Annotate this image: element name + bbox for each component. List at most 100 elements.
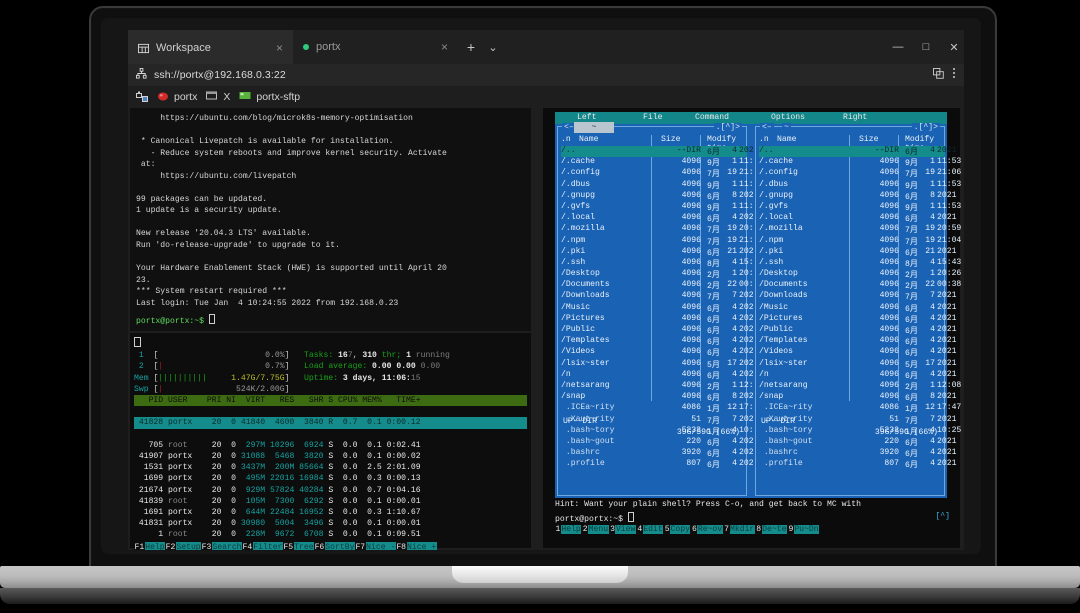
mc-file-row[interactable]: /netsarang40962月112:08 [561, 381, 747, 392]
mc-panel-right[interactable]: <– ~ .[^]> .n Name Size Modify time [753, 124, 947, 498]
mc-file-row[interactable]: /.gvfs40969月111:53 [561, 202, 747, 213]
htop-fkey-f5[interactable]: F5Tree [283, 542, 314, 550]
mc-file-row[interactable]: /Public40966月42021 [561, 325, 747, 336]
mc-fkey-3[interactable]: 3View [610, 525, 637, 534]
mc-file-row[interactable]: /Pictures40966月42021 [759, 314, 945, 325]
mc-file-row[interactable]: .bashrc39206月42021 [759, 448, 945, 459]
mc-file-row[interactable]: /Downloads40967月72021 [759, 291, 945, 302]
mc-column-headers-right[interactable]: .n Name Size Modify time [759, 135, 945, 146]
mc-file-row[interactable]: /.gvfs40969月111:53 [759, 202, 945, 213]
mc-file-row[interactable]: /.ssh40968月415:43 [561, 258, 747, 269]
mc-file-row[interactable]: /.pki40966月212021 [561, 247, 747, 258]
htop-function-keys[interactable]: F1HelpF2SetupF3SearchF4FilterF5Tree F6So… [134, 542, 527, 550]
mc-file-row[interactable]: .bash~gout2206月42021 [759, 437, 945, 448]
kebab-menu-icon[interactable] [952, 66, 956, 84]
mc-file-row[interactable]: .bashrc39206月42021 [561, 448, 747, 459]
mc-file-row[interactable]: /Desktop40962月120:26 [561, 269, 747, 280]
address-input[interactable]: ssh://portx@192.168.0.3:22 [154, 69, 933, 81]
mc-menu-command[interactable]: Command [695, 113, 729, 122]
mc-file-row[interactable]: .profile8076月42021 [561, 459, 747, 470]
htop-fkey-f7[interactable]: F7Nice - [355, 542, 396, 550]
split-view-icon[interactable] [933, 66, 944, 84]
address-bar[interactable]: ssh://portx@192.168.0.3:22 [128, 64, 964, 86]
mc-file-row[interactable]: /Public40966月42021 [759, 325, 945, 336]
mc-file-row[interactable]: /lsix~ster40965月172021 [759, 359, 945, 370]
session-item-portx[interactable]: portx [157, 90, 197, 105]
mc-fkey-1[interactable]: 1Help [555, 525, 582, 534]
session-manager-icon[interactable] [136, 91, 148, 103]
htop-fkey-f6[interactable]: F6SortBy [314, 542, 355, 550]
mc-file-row[interactable]: /.config40967月1921:06 [561, 168, 747, 179]
mc-path-label-right[interactable]: ~ [782, 123, 791, 132]
mc-file-row[interactable]: /.local40966月42021 [561, 213, 747, 224]
mc-file-row[interactable]: /lsix~ster40965月172021 [561, 359, 747, 370]
mc-col-name[interactable]: Name [579, 135, 598, 144]
mc-file-row[interactable]: /Videos40966月42021 [759, 347, 945, 358]
mc-file-row[interactable]: .ICEa~rity40861月1217:47 [759, 403, 945, 414]
mc-col-n[interactable]: .n [759, 135, 769, 144]
mc-fkey-4[interactable]: 4Edit [637, 525, 664, 534]
mc-file-row[interactable]: /n40966月42021 [759, 370, 945, 381]
mc-file-row[interactable]: /Pictures40966月42021 [561, 314, 747, 325]
htop-fkey-f4[interactable]: F4Filter [242, 542, 283, 550]
mc-menu-left[interactable]: Left [577, 113, 596, 122]
pane-ssh-shell[interactable]: https://ubuntu.com/blog/microk8s-memory-… [130, 108, 531, 331]
mc-file-row[interactable]: /snap40966月82021 [759, 392, 945, 403]
mc-file-row[interactable]: /.pki40966月212021 [759, 247, 945, 258]
minimize-button[interactable]: — [890, 39, 906, 55]
maximize-button[interactable]: □ [918, 39, 934, 55]
mc-file-row[interactable]: /.dbus40969月111:53 [759, 180, 945, 191]
mc-file-row[interactable]: /.npm40967月1921:04 [759, 236, 945, 247]
mc-file-row[interactable]: /Documents40962月2200:38 [759, 280, 945, 291]
mc-file-row[interactable]: /netsarang40962月112:08 [759, 381, 945, 392]
mc-fkey-9[interactable]: 9Pu~Dn [788, 525, 820, 534]
close-icon[interactable]: × [441, 41, 448, 53]
mc-file-row[interactable]: /Music40966月42021 [759, 303, 945, 314]
mc-file-row[interactable]: .ICEa~rity40861月1217:47 [561, 403, 747, 414]
mc-file-row[interactable]: /.mozilla40967月1920:59 [561, 224, 747, 235]
mc-file-row[interactable]: /.mozilla40967月1920:59 [759, 224, 945, 235]
mc-file-row[interactable]: /Documents40962月2200:38 [561, 280, 747, 291]
mc-file-row[interactable]: /Downloads40967月72021 [561, 291, 747, 302]
close-icon[interactable]: × [276, 42, 283, 54]
mc-file-row[interactable]: /.gnupg40966月82021 [759, 191, 945, 202]
mc-panel-toggle-caret[interactable]: [^] [935, 512, 950, 521]
mc-file-row[interactable]: /.dbus40969月111:53 [561, 180, 747, 191]
mc-col-n[interactable]: .n [561, 135, 571, 144]
mc-fkey-6[interactable]: 6Re~ov [691, 525, 723, 534]
mc-file-row[interactable]: /.cache40969月111:53 [561, 157, 747, 168]
mc-file-row[interactable]: /Videos40966月42021 [561, 347, 747, 358]
htop-fkey-f2[interactable]: F2Setup [165, 542, 201, 550]
pane-htop[interactable]: 1 [ 0.0%] Tasks: 167, 310 thr; 1 running… [130, 333, 531, 548]
mc-fkey-2[interactable]: 2Menu [582, 525, 609, 534]
htop-fkey-f8[interactable]: F8Nice + [396, 542, 437, 550]
close-window-button[interactable]: ✕ [946, 39, 962, 55]
mc-file-row[interactable]: /.gnupg40966月82021 [561, 191, 747, 202]
mc-col-name[interactable]: Name [777, 135, 796, 144]
mc-fkey-7[interactable]: 7Mkdir [724, 525, 756, 534]
mc-file-row[interactable]: /Templates40966月42021 [561, 336, 747, 347]
tab-portx[interactable]: portx × [293, 30, 458, 64]
mc-file-row[interactable]: /..--DIR6月42021 [561, 146, 747, 157]
mc-file-row[interactable]: /Templates40966月42021 [759, 336, 945, 347]
mc-file-row[interactable]: /.ssh40968月415:43 [759, 258, 945, 269]
mc-file-row[interactable]: .profile8076月42021 [759, 459, 945, 470]
mc-menu-right[interactable]: Right [843, 113, 867, 122]
mc-file-row[interactable]: .bash~gout2206月42021 [561, 437, 747, 448]
pane-midnight-commander[interactable]: Left File Command Options Right <– ~ .[^ [543, 108, 960, 548]
htop-fkey-f3[interactable]: F3Search [201, 542, 242, 550]
mc-file-row[interactable]: /n40966月42021 [561, 370, 747, 381]
mc-file-row[interactable]: /.cache40969月111:53 [759, 157, 945, 168]
mc-fkey-5[interactable]: 5Copy [664, 525, 691, 534]
htop-fkey-f1[interactable]: F1Help [134, 542, 165, 550]
mc-file-row[interactable]: /.npm40967月1921:04 [561, 236, 747, 247]
tab-workspace[interactable]: Workspace × [128, 30, 293, 64]
mc-file-row[interactable]: /Music40966月42021 [561, 303, 747, 314]
mc-fkey-8[interactable]: 8De~te [756, 525, 788, 534]
chevron-down-icon[interactable]: ⌄ [484, 38, 502, 56]
mc-file-row[interactable]: /snap40966月82021 [561, 392, 747, 403]
mc-path-box-left[interactable]: ~ [574, 122, 614, 133]
mc-col-size[interactable]: Size [859, 135, 878, 144]
mc-file-row[interactable]: /.local40966月42021 [759, 213, 945, 224]
mc-file-row[interactable]: /Desktop40962月120:26 [759, 269, 945, 280]
